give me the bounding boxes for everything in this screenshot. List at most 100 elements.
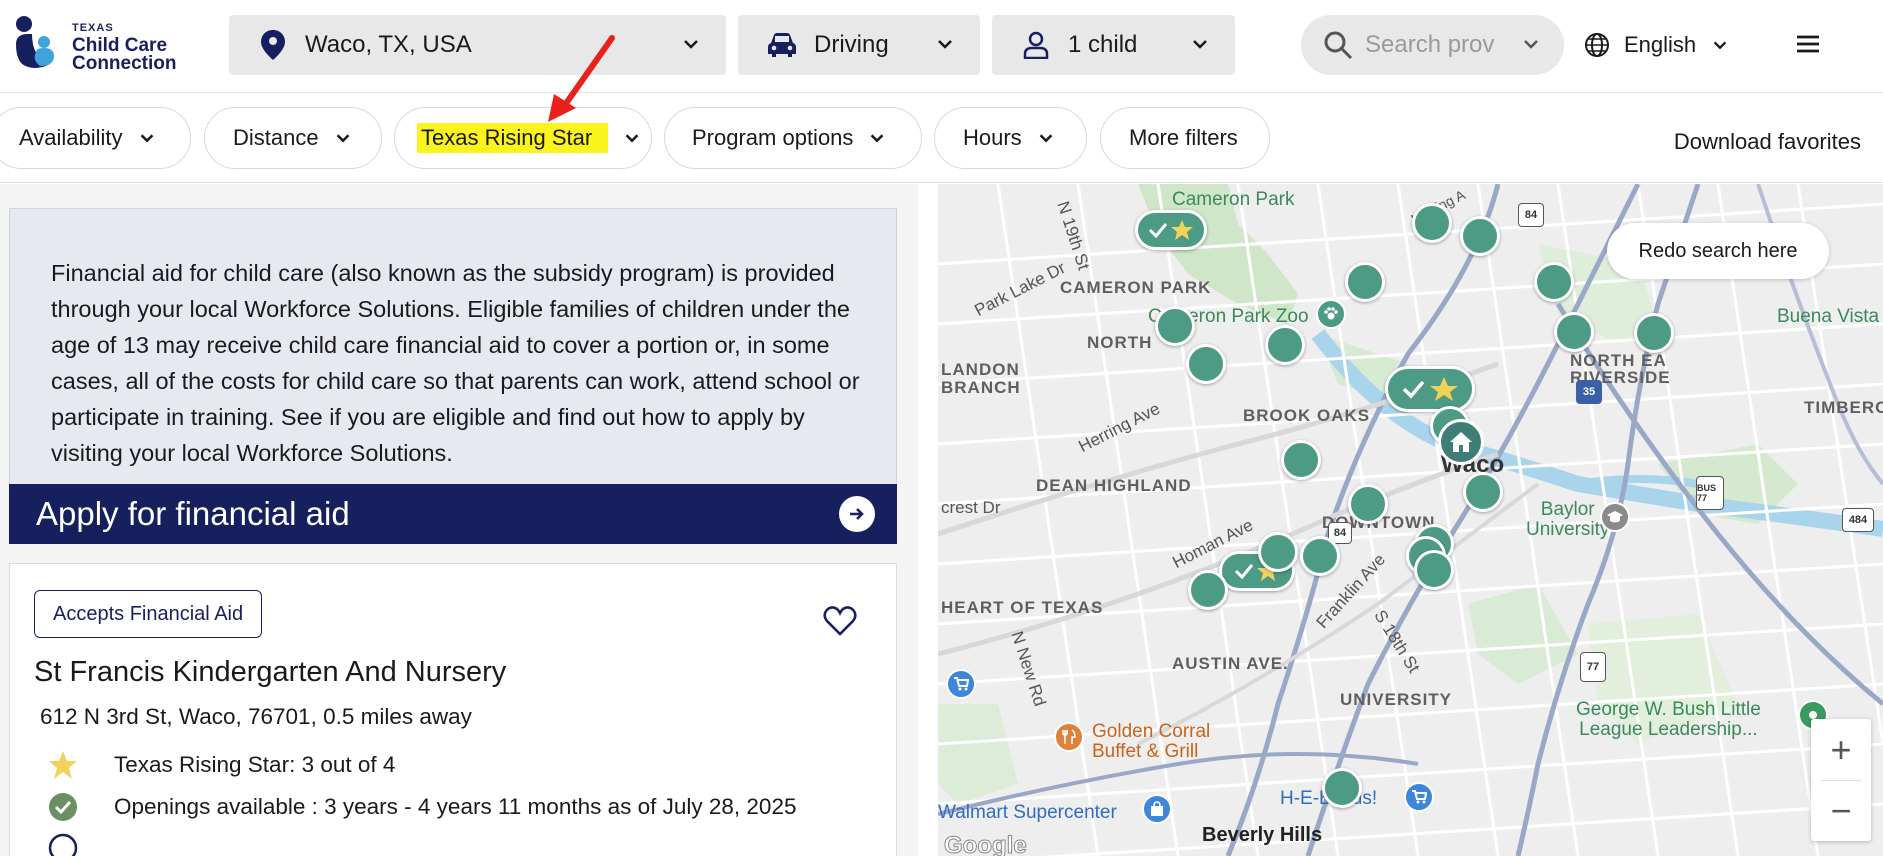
provider-marker[interactable] xyxy=(1186,344,1226,384)
favorite-heart-icon[interactable] xyxy=(823,604,857,638)
children-value: 1 child xyxy=(1068,31,1138,58)
interstate-35-shield-icon: 35 xyxy=(1576,380,1602,404)
filter-label: Texas Rising Star xyxy=(417,123,609,153)
language-selector[interactable]: English xyxy=(1584,27,1730,63)
check-star-icon xyxy=(1402,377,1458,401)
site-logo[interactable]: TEXAS Child Care Connection xyxy=(14,14,184,74)
search-input[interactable] xyxy=(1365,31,1515,59)
provider-marker[interactable] xyxy=(1188,570,1228,610)
map-label-brook-oaks: BROOK OAKS xyxy=(1243,406,1371,425)
provider-marker[interactable] xyxy=(1258,532,1298,572)
provider-marker[interactable] xyxy=(1412,203,1452,243)
apply-financial-aid-button[interactable]: Apply for financial aid xyxy=(9,484,897,544)
hamburger-menu-icon[interactable] xyxy=(1794,30,1822,58)
provider-marker[interactable] xyxy=(1463,472,1503,512)
financial-aid-info: Financial aid for child care (also known… xyxy=(9,208,897,486)
search-icon xyxy=(1324,31,1353,60)
map-label-dean-highland: DEAN HIGHLAND xyxy=(1036,476,1192,495)
shopping-cart-icon[interactable] xyxy=(946,669,976,699)
provider-marker[interactable] xyxy=(1554,312,1594,352)
travel-mode-selector[interactable]: Driving xyxy=(738,15,980,75)
chevron-down-icon xyxy=(684,40,698,49)
chevron-down-icon xyxy=(625,134,639,143)
financial-aid-text: Financial aid for child care (also known… xyxy=(51,260,860,466)
provider-marker[interactable] xyxy=(1460,216,1500,256)
filter-distance[interactable]: Distance xyxy=(204,107,382,169)
logo-line-connection: Connection xyxy=(72,53,177,74)
university-cap-icon[interactable] xyxy=(1600,502,1630,532)
provider-marker[interactable] xyxy=(1348,484,1388,524)
map-label-baylor: Baylor University xyxy=(1526,499,1610,540)
openings-row: Openings available : 3 years - 4 years 1… xyxy=(48,791,796,823)
filter-label: Distance xyxy=(233,125,319,150)
provider-marker[interactable] xyxy=(1634,313,1674,353)
provider-address: 612 N 3rd St, Waco, 76701, 0.5 miles awa… xyxy=(40,704,472,729)
provider-name[interactable]: St Francis Kindergarten And Nursery xyxy=(34,656,506,689)
provider-search[interactable] xyxy=(1301,15,1564,75)
chevron-down-icon xyxy=(1524,40,1538,49)
grocery-cart-icon[interactable] xyxy=(1404,782,1434,812)
download-favorites-link[interactable]: Download favorites xyxy=(1674,129,1861,155)
logo-text: TEXAS Child Care Connection xyxy=(72,19,177,73)
provider-marker[interactable] xyxy=(1281,440,1321,480)
chevron-down-icon xyxy=(871,134,884,143)
language-value: English xyxy=(1624,32,1697,57)
map-label-timbercrest: TIMBERCRE xyxy=(1804,398,1883,417)
restaurant-icon[interactable] xyxy=(1054,722,1084,752)
location-value: Waco, TX, USA xyxy=(305,31,472,58)
redo-search-button[interactable]: Redo search here xyxy=(1607,223,1829,279)
filter-label: Program options xyxy=(692,125,854,150)
car-icon xyxy=(766,29,798,61)
filter-bar: Availability Distance Texas Rising Star … xyxy=(0,93,1883,183)
filter-program-options[interactable]: Program options xyxy=(664,107,922,169)
map-label-austin-ave: AUSTIN AVE. xyxy=(1172,654,1289,673)
map-label-beverly-hills: Beverly Hills xyxy=(1202,824,1323,846)
chevron-down-icon xyxy=(140,134,153,143)
zoom-in-button[interactable]: + xyxy=(1811,719,1871,780)
map-label-north: NORTH xyxy=(1087,333,1153,352)
person-icon xyxy=(1020,29,1052,61)
filter-hours[interactable]: Hours xyxy=(934,107,1087,169)
globe-icon xyxy=(1585,33,1609,57)
provider-marker[interactable] xyxy=(1265,325,1305,365)
shopping-bag-icon[interactable] xyxy=(1142,794,1172,824)
info-row xyxy=(48,832,114,856)
arrow-right-icon xyxy=(839,496,875,532)
provider-marker[interactable] xyxy=(1322,768,1362,808)
highway-77-shield-icon: 77 xyxy=(1580,652,1606,682)
map-label-george-w-bush: George W. Bush Little League Leadership.… xyxy=(1576,699,1761,740)
provider-marker[interactable] xyxy=(1534,262,1574,302)
apply-label: Apply for financial aid xyxy=(36,495,350,532)
openings-text: Openings available : 3 years - 4 years 1… xyxy=(114,794,797,819)
rating-text: Texas Rising Star: 3 out of 4 xyxy=(114,752,396,777)
logo-mark-icon xyxy=(16,16,54,68)
provider-card[interactable]: Accepts Financial Aid St Francis Kinderg… xyxy=(9,563,897,856)
location-selector[interactable]: Waco, TX, USA xyxy=(229,15,726,75)
map-label-buena-vista: Buena Vista xyxy=(1777,306,1880,327)
zoo-paw-icon[interactable] xyxy=(1316,299,1346,329)
children-selector[interactable]: 1 child xyxy=(992,15,1235,75)
home-location-icon xyxy=(1438,419,1484,465)
highway-84-shield-icon: 84 xyxy=(1518,203,1544,227)
map-label-golden-corral: Golden Corral Buffet & Grill xyxy=(1092,721,1211,762)
provider-marker-rated[interactable] xyxy=(1385,366,1475,412)
provider-marker[interactable] xyxy=(1414,550,1454,590)
filter-label: Hours xyxy=(963,125,1022,150)
chevron-down-icon xyxy=(1039,134,1053,143)
provider-marker[interactable] xyxy=(1300,536,1340,576)
annotation-arrow-icon xyxy=(548,35,615,122)
provider-marker[interactable] xyxy=(1155,306,1195,346)
filter-label: Availability xyxy=(19,125,123,150)
highway-484-shield-icon: 484 xyxy=(1842,508,1874,532)
travel-mode-value: Driving xyxy=(814,31,889,58)
filter-more[interactable]: More filters xyxy=(1100,107,1270,169)
zoom-divider xyxy=(1821,780,1861,781)
zoom-out-button[interactable]: − xyxy=(1811,780,1871,841)
filter-availability[interactable]: Availability xyxy=(0,107,191,169)
map-label-cameron-park-district: CAMERON PARK xyxy=(1060,278,1212,297)
provider-marker[interactable] xyxy=(1345,262,1385,302)
provider-marker-rated[interactable] xyxy=(1135,210,1207,250)
map-pin-icon xyxy=(257,29,289,61)
map-view[interactable]: Cameron Park CAMERON PARK Cameron Park Z… xyxy=(938,184,1883,856)
top-header: TEXAS Child Care Connection Waco, TX, US… xyxy=(0,0,1883,93)
